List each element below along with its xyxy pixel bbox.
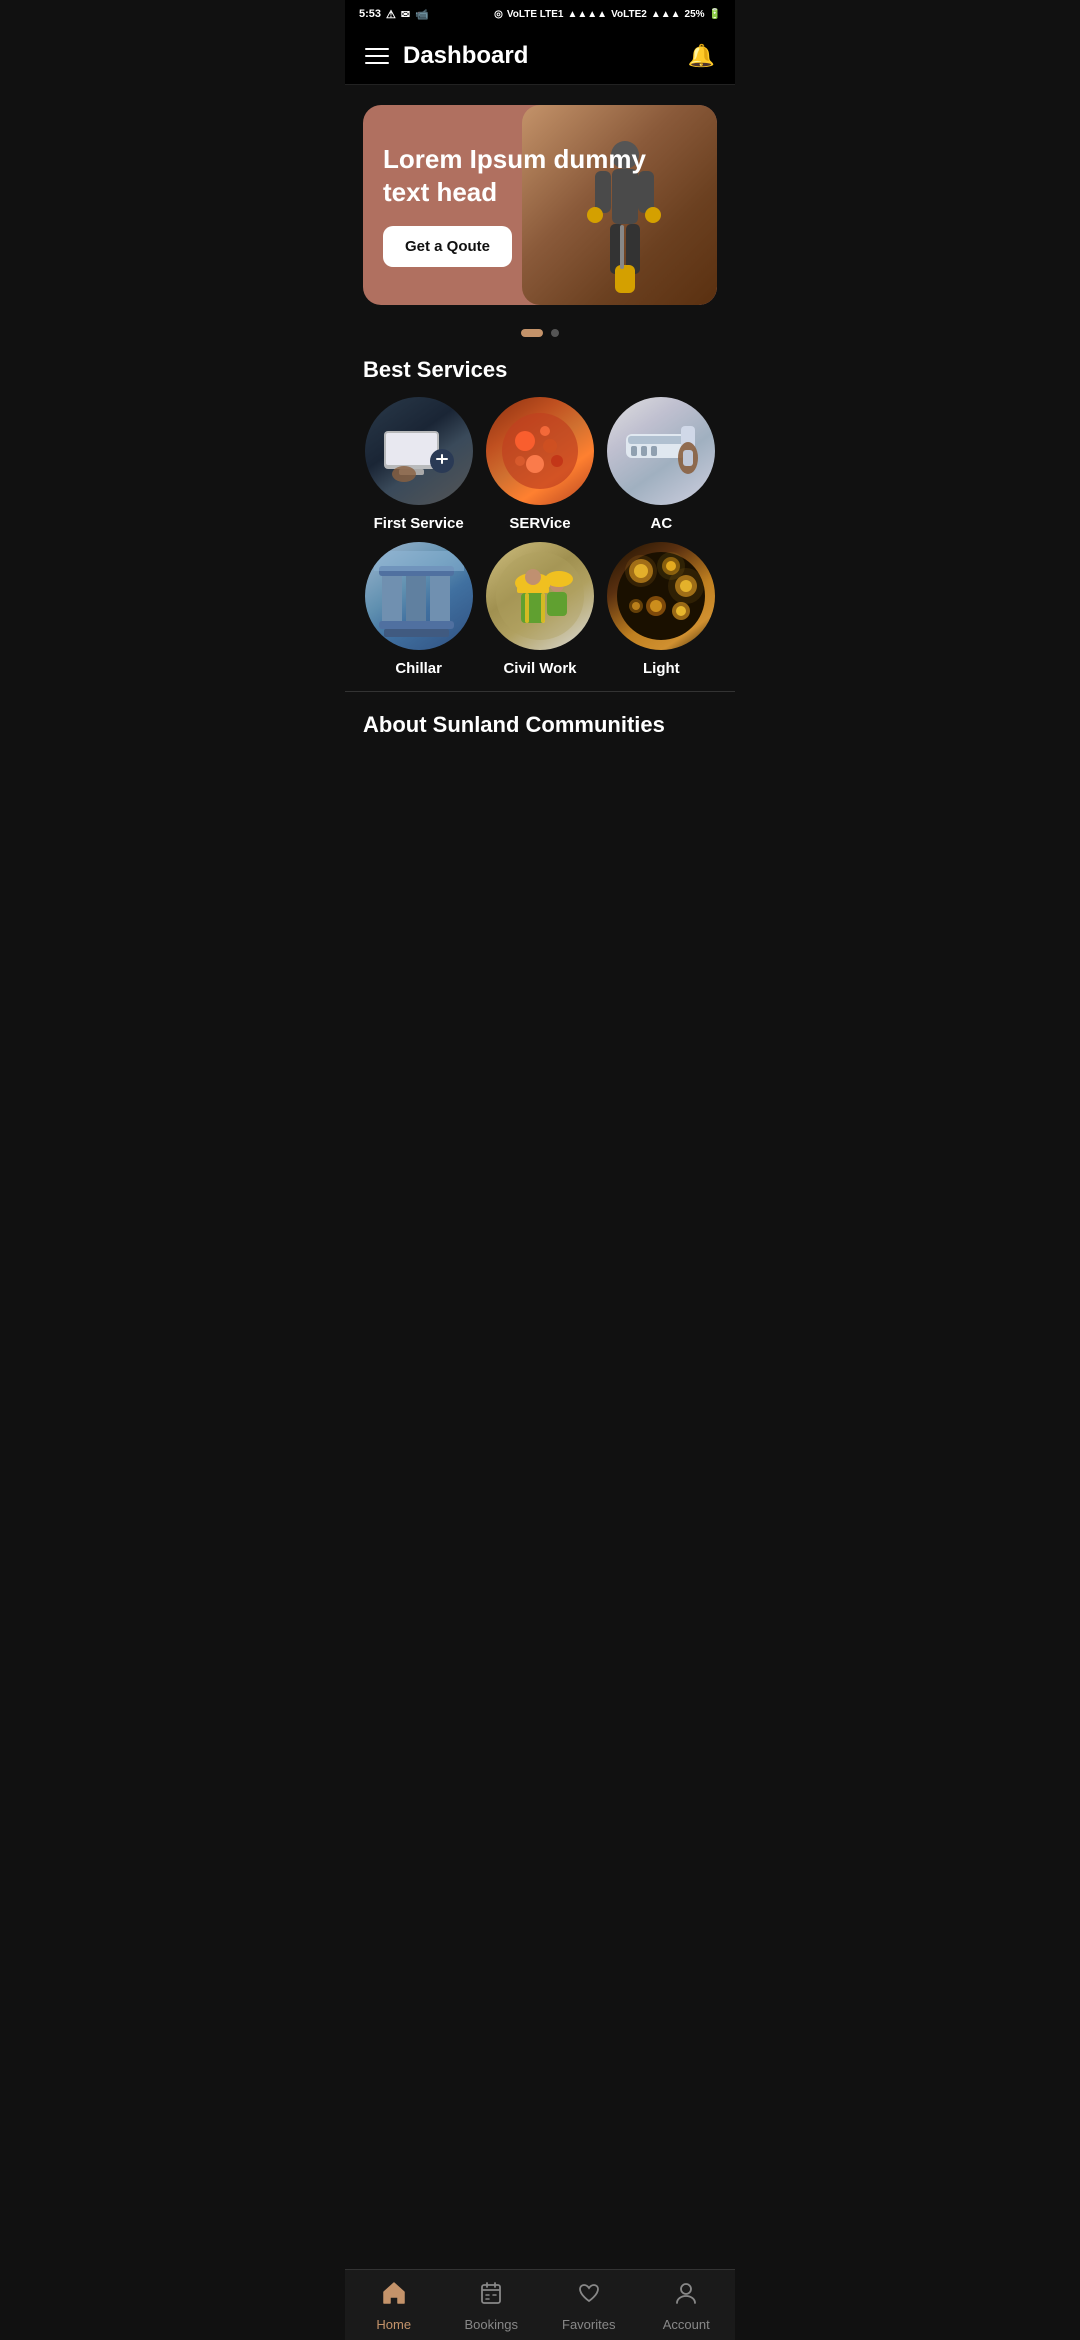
page-title: Dashboard	[403, 42, 528, 70]
service-label-chillar: Chillar	[395, 660, 442, 677]
services-grid: First Service SERVice	[345, 397, 735, 691]
banner-wrapper: Lorem Ipsum dummy text head Get a Qoute	[345, 85, 735, 315]
email-icon: ✉	[401, 8, 410, 21]
header-left: Dashboard	[365, 42, 528, 70]
bookings-icon	[478, 2280, 504, 2313]
service-icon-light	[607, 542, 715, 650]
service-circle-ac	[607, 397, 715, 505]
dot-active[interactable]	[521, 329, 543, 337]
status-right: ◎ VoLTE LTE1 ▲▲▲▲ VoLTE2 ▲▲▲ 25% 🔋	[494, 9, 721, 20]
nav-account[interactable]: Account	[651, 2280, 721, 2332]
account-icon	[673, 2280, 699, 2313]
service-circle-service	[486, 397, 594, 505]
service-item-service[interactable]: SERVice	[484, 397, 595, 532]
service-item-ac[interactable]: AC	[606, 397, 717, 532]
menu-button[interactable]	[365, 48, 389, 64]
about-title: About Sunland Communities	[363, 712, 717, 738]
signal-icon1: ▲▲▲▲	[567, 9, 607, 20]
video-icon: 📹	[415, 8, 429, 21]
about-section: About Sunland Communities	[345, 691, 735, 748]
services-section-title: Best Services	[345, 347, 735, 397]
main-content: Lorem Ipsum dummy text head Get a Qoute	[345, 85, 735, 828]
service-label-first: First Service	[374, 515, 464, 532]
service-item-first[interactable]: First Service	[363, 397, 474, 532]
status-time: 5:53	[359, 8, 381, 20]
notification-button[interactable]: 🔔	[688, 43, 715, 69]
banner-dots	[345, 329, 735, 337]
service-label-light: Light	[643, 660, 680, 677]
service-circle-chillar	[365, 542, 473, 650]
service-icon-chillar	[365, 542, 473, 650]
lte-text: VoLTE LTE1	[507, 9, 564, 20]
nav-favorites-label: Favorites	[562, 2317, 615, 2332]
status-left: 5:53 ⚠ ✉ 📹	[359, 8, 429, 21]
service-item-civil[interactable]: Civil Work	[484, 542, 595, 677]
service-icon-ac	[607, 397, 715, 505]
banner: Lorem Ipsum dummy text head Get a Qoute	[363, 105, 717, 305]
favorites-icon	[576, 2280, 602, 2313]
header: Dashboard 🔔	[345, 28, 735, 85]
nav-home-label: Home	[376, 2317, 411, 2332]
service-label-service: SERVice	[509, 515, 570, 532]
nav-bookings[interactable]: Bookings	[456, 2280, 526, 2332]
home-icon	[381, 2280, 407, 2313]
bottom-navigation: Home Bookings Favorites	[345, 2269, 735, 2340]
warning-icon: ⚠	[386, 8, 396, 21]
service-icon-service	[486, 397, 594, 505]
service-icon-civil	[486, 542, 594, 650]
dot-inactive[interactable]	[551, 329, 559, 337]
wifi-icon: ◎	[494, 9, 503, 20]
battery-text: 25%	[685, 9, 705, 20]
lte2-text: VoLTE2	[611, 9, 647, 20]
service-item-chillar[interactable]: Chillar	[363, 542, 474, 677]
banner-heading: Lorem Ipsum dummy text head	[383, 143, 697, 208]
service-label-civil: Civil Work	[503, 660, 576, 677]
battery-icon: 🔋	[709, 9, 721, 20]
banner-text-area: Lorem Ipsum dummy text head Get a Qoute	[363, 119, 717, 291]
nav-favorites[interactable]: Favorites	[554, 2280, 624, 2332]
get-quote-button[interactable]: Get a Qoute	[383, 226, 512, 267]
status-bar: 5:53 ⚠ ✉ 📹 ◎ VoLTE LTE1 ▲▲▲▲ VoLTE2 ▲▲▲ …	[345, 0, 735, 28]
service-label-ac: AC	[650, 515, 672, 532]
service-item-light[interactable]: Light	[606, 542, 717, 677]
nav-account-label: Account	[663, 2317, 710, 2332]
nav-bookings-label: Bookings	[465, 2317, 518, 2332]
nav-home[interactable]: Home	[359, 2280, 429, 2332]
service-circle-first	[365, 397, 473, 505]
signal-icon2: ▲▲▲	[651, 9, 681, 20]
service-circle-civil	[486, 542, 594, 650]
service-icon-first	[365, 397, 473, 505]
service-circle-light	[607, 542, 715, 650]
